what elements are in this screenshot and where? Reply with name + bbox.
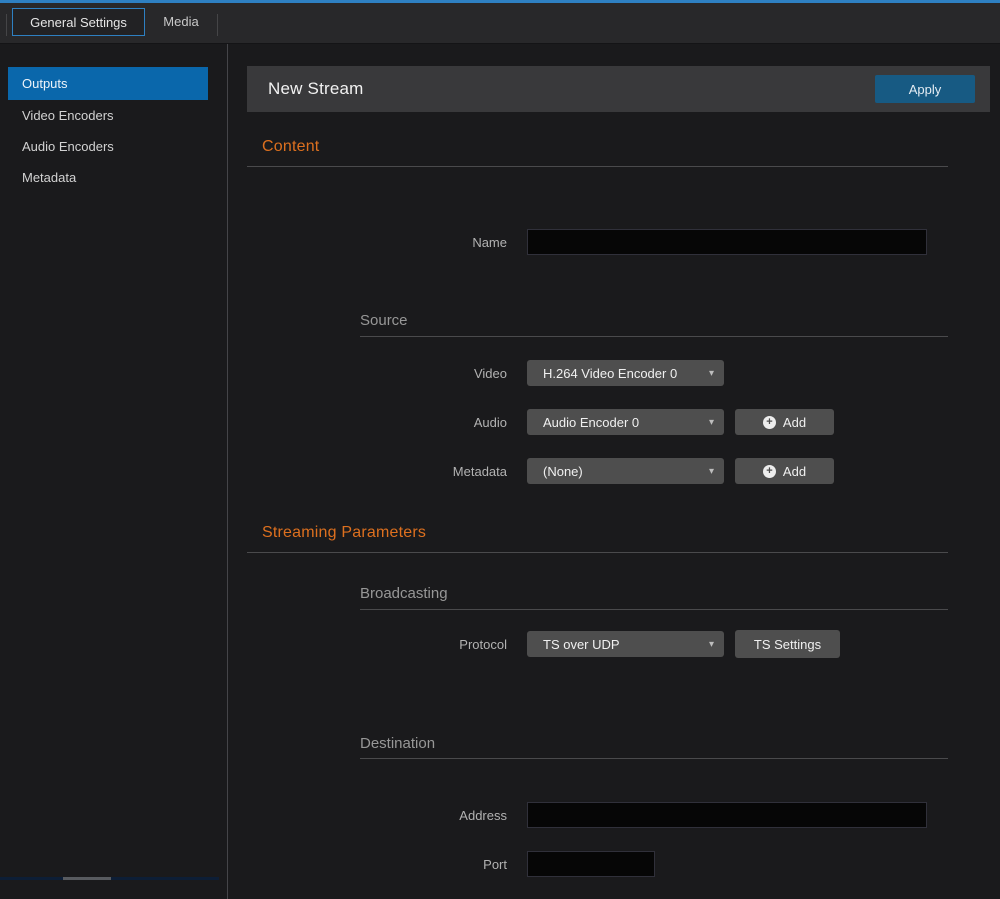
add-metadata-button[interactable]: + Add — [735, 458, 834, 484]
address-label: Address — [247, 808, 527, 823]
chevron-down-icon: ▾ — [709, 368, 714, 379]
plus-circle-icon: + — [763, 465, 776, 478]
page-title: New Stream — [268, 66, 364, 112]
chevron-down-icon: ▾ — [709, 466, 714, 477]
video-label: Video — [247, 366, 527, 381]
metadata-source-select[interactable]: (None) ▾ — [527, 458, 724, 484]
audio-source-select[interactable]: Audio Encoder 0 ▾ — [527, 409, 724, 435]
name-input[interactable] — [527, 229, 927, 255]
tab-divider-left — [6, 14, 7, 36]
app-window: General Settings Media Outputs Video Enc… — [0, 0, 1000, 899]
sidebar-divider — [227, 44, 228, 899]
tab-divider-right — [217, 14, 218, 36]
protocol-label: Protocol — [247, 637, 527, 652]
sidebar-horizontal-scrollbar[interactable] — [0, 877, 219, 880]
metadata-label: Metadata — [247, 464, 527, 479]
content-section-divider — [247, 166, 948, 167]
protocol-select[interactable]: TS over UDP ▾ — [527, 631, 724, 657]
plus-circle-icon: + — [763, 416, 776, 429]
broadcasting-subsection-title: Broadcasting — [360, 585, 448, 602]
destination-subsection-title: Destination — [360, 735, 435, 752]
audio-label: Audio — [247, 415, 527, 430]
address-input[interactable] — [527, 802, 927, 828]
top-tab-bar: General Settings Media — [0, 3, 1000, 44]
chevron-down-icon: ▾ — [709, 639, 714, 650]
port-label: Port — [247, 857, 527, 872]
audio-source-value: Audio Encoder 0 — [543, 415, 703, 430]
scrollbar-thumb[interactable] — [63, 877, 111, 880]
sidebar-item-outputs[interactable]: Outputs — [8, 67, 208, 100]
add-audio-label: Add — [783, 415, 806, 430]
protocol-value: TS over UDP — [543, 637, 703, 652]
sidebar-item-video-encoders[interactable]: Video Encoders — [0, 100, 227, 131]
sidebar-item-metadata[interactable]: Metadata — [0, 162, 227, 193]
tab-general-settings[interactable]: General Settings — [12, 8, 145, 36]
add-audio-button[interactable]: + Add — [735, 409, 834, 435]
streaming-section-divider — [247, 552, 948, 553]
add-metadata-label: Add — [783, 464, 806, 479]
apply-button[interactable]: Apply — [875, 75, 975, 103]
video-source-value: H.264 Video Encoder 0 — [543, 366, 703, 381]
sidebar-item-audio-encoders[interactable]: Audio Encoders — [0, 131, 227, 162]
streaming-section-title: Streaming Parameters — [262, 524, 426, 542]
content-section-title: Content — [262, 138, 319, 156]
port-input[interactable] — [527, 851, 655, 877]
destination-subsection-divider — [360, 758, 948, 759]
chevron-down-icon: ▾ — [709, 417, 714, 428]
name-label: Name — [247, 235, 527, 250]
broadcasting-subsection-divider — [360, 609, 948, 610]
source-subsection-title: Source — [360, 312, 408, 329]
tab-media[interactable]: Media — [150, 8, 212, 36]
panel-header: New Stream Apply — [247, 66, 990, 112]
metadata-source-value: (None) — [543, 464, 703, 479]
video-source-select[interactable]: H.264 Video Encoder 0 ▾ — [527, 360, 724, 386]
ts-settings-button[interactable]: TS Settings — [735, 630, 840, 658]
source-subsection-divider — [360, 336, 948, 337]
